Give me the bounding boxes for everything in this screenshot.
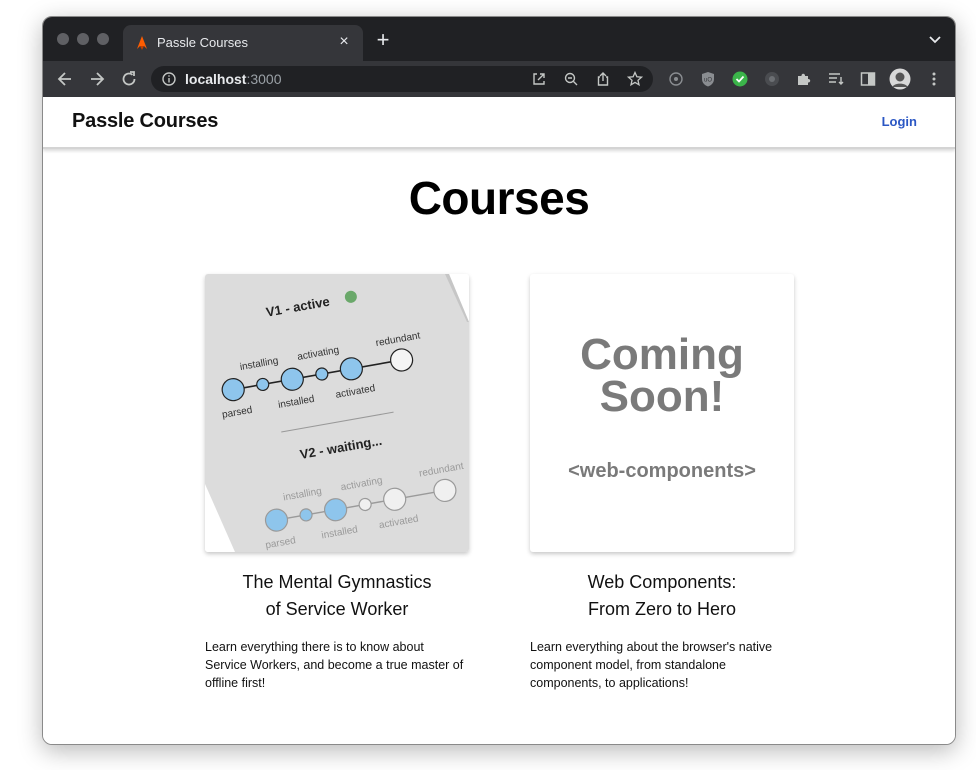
course-title[interactable]: The Mental Gymnastics of Service Worker [205,569,469,623]
tab-close-icon[interactable]: × [335,33,353,51]
ublock-shield-icon[interactable]: uO [699,70,717,88]
side-panel-icon[interactable] [859,70,877,88]
zoom-window-dot[interactable] [97,33,109,45]
back-arrow-icon[interactable] [55,69,75,89]
course-title-line1: The Mental Gymnastics [242,572,432,592]
course-title[interactable]: Web Components: From Zero to Hero [530,569,794,623]
new-tab-button[interactable]: + [373,29,393,51]
web-components-tag: <web-components> [568,460,756,482]
check-extension-icon[interactable] [731,70,749,88]
tab-title: Passle Courses [157,35,249,50]
site-brand[interactable]: Passle Courses [72,110,218,133]
coming-soon-line2: Soon! [599,372,725,421]
page-title: Courses [408,172,590,224]
address-url[interactable]: localhost:3000 [185,71,282,87]
coming-soon-text: Coming Soon! [530,330,794,421]
course-title-line2: of Service Worker [265,599,409,619]
target-extension-icon[interactable] [667,70,685,88]
svg-text:uO: uO [704,78,712,84]
course-image-service-worker[interactable]: V1 - active parsed installing installed … [205,274,469,552]
course-description: Learn everything about the browser's nat… [530,640,773,690]
open-external-icon[interactable] [531,71,547,87]
course-image-web-components[interactable]: Coming Soon! <web-components> [530,274,794,552]
address-port: :3000 [246,71,282,87]
course-description: Learn everything there is to know about … [205,640,464,690]
zoom-out-icon[interactable] [563,71,579,87]
bookmark-star-icon[interactable] [627,71,643,87]
reading-list-icon[interactable] [827,70,845,88]
reload-icon[interactable] [119,69,139,89]
menu-dots-icon[interactable] [925,70,943,88]
extensions-puzzle-icon[interactable] [795,70,813,88]
service-worker-lifecycle-diagram: V1 - active parsed installing installed … [205,274,469,552]
site-header: Passle Courses Login [43,97,955,149]
course-card-web-components[interactable]: Coming Soon! <web-components> Web Compon… [530,274,794,692]
astro-favicon-icon [137,36,147,50]
coming-soon-line1: Coming [580,330,744,379]
address-host: localhost [185,71,247,87]
tab-search-chevron-icon[interactable] [927,31,943,47]
browser-tab[interactable]: Passle Courses × [123,25,363,61]
address-bar[interactable]: localhost:3000 [151,66,653,92]
course-card-service-worker[interactable]: V1 - active parsed installing installed … [205,274,469,692]
minimize-window-dot[interactable] [77,33,89,45]
forward-arrow-icon[interactable] [87,69,107,89]
info-icon[interactable] [161,71,177,87]
course-title-line2: From Zero to Hero [587,599,737,619]
course-title-line1: Web Components: [587,572,737,592]
devtools-extension-icon[interactable] [763,70,781,88]
tab-strip: Passle Courses × + [43,17,955,61]
login-link[interactable]: Login [882,114,917,129]
share-icon[interactable] [595,71,611,87]
close-window-dot[interactable] [57,33,69,45]
browser-window: Passle Courses × + localhost:3000 uO Pas… [42,16,956,745]
profile-avatar-icon[interactable] [889,68,911,90]
web-page: Passle Courses Login Courses V1 - active [43,97,955,744]
browser-toolbar: localhost:3000 uO [43,61,955,97]
